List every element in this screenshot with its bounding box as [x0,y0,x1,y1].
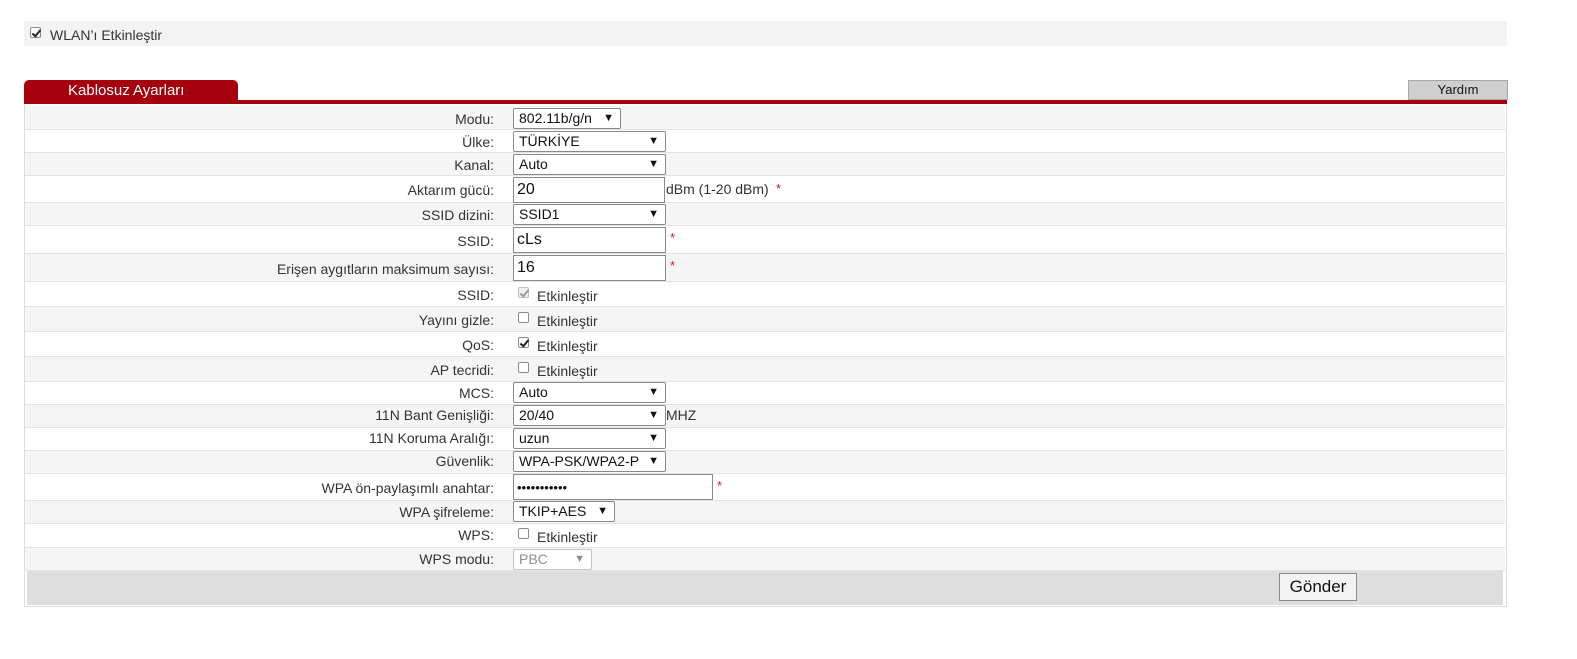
security-select-value: WPA-PSK/WPA2-P [519,453,640,469]
mcs-select[interactable]: Auto ▼ [513,382,666,403]
wpa-encryption-label: WPA şifreleme: [399,504,494,520]
ap-isolation-label: AP tecridi: [430,362,494,378]
wps-mode-label: WPS modu: [419,551,494,567]
bandwidth-label: 11N Bant Genişliği: [375,407,494,423]
wpa-encryption-select-value: TKIP+AES [519,503,587,519]
tx-power-unit: dBm (1-20 dBm) [666,181,769,197]
country-label: Ülke: [462,134,494,150]
wlan-enable-label: WLAN’ı Etkinleştir [50,27,163,43]
row-mcs: MCS: [25,382,1505,405]
wps-mode-select-value: PBC [519,551,548,567]
ssid-index-label: SSID dizini: [421,207,494,223]
ssid-enable-option: Etkinleştir [537,288,598,304]
row-guard-interval: 11N Koruma Aralığı: [25,428,1505,451]
channel-select-value: Auto [519,156,548,172]
chevron-down-icon: ▼ [648,135,659,147]
chevron-down-icon: ▼ [597,505,608,517]
mcs-select-value: Auto [519,384,548,400]
row-ssid-enable: SSID: [25,282,1505,307]
wps-checkbox[interactable] [518,528,529,539]
qos-option: Etkinleştir [537,338,598,354]
tx-power-label: Aktarım gücü: [407,182,494,198]
qos-checkbox[interactable] [518,337,529,348]
chevron-down-icon: ▼ [648,386,659,398]
row-max-devices: Erişen aygıtların maksimum sayısı: [25,254,1505,282]
wps-mode-select[interactable]: PBC ▼ [513,549,592,570]
help-button[interactable]: Yardım [1408,80,1508,100]
row-wpa-psk: WPA ön-paylaşımlı anahtar: [25,474,1505,501]
wlan-enable-checkbox[interactable] [30,27,41,38]
tx-power-input[interactable] [513,177,665,203]
country-select-value: TÜRKİYE [519,133,580,149]
row-mode: Modu: [25,106,1505,130]
chevron-down-icon: ▼ [648,158,659,170]
panel-title: Kablosuz Ayarları [68,82,185,99]
row-security: Güvenlik: [25,451,1505,474]
wlan-enable-bar: WLAN’ı Etkinleştir [24,21,1507,46]
security-select[interactable]: WPA-PSK/WPA2-P ▼ [513,451,666,472]
channel-label: Kanal: [454,157,494,173]
row-bandwidth: 11N Bant Genişliği: [25,405,1505,428]
channel-select[interactable]: Auto ▼ [513,154,666,175]
ap-isolation-checkbox[interactable] [518,362,529,373]
ssid-index-select[interactable]: SSID1 ▼ [513,204,666,225]
max-devices-required-mark: * [670,258,676,273]
ssid-enable-checkbox[interactable] [518,287,529,298]
max-devices-label: Erişen aygıtların maksimum sayısı: [276,261,494,277]
wpa-psk-required-mark: * [717,478,723,493]
wpa-psk-label: WPA ön-paylaşımlı anahtar: [321,480,494,496]
row-qos: QoS: [25,332,1505,357]
ssid-required-mark: * [670,230,676,245]
country-select[interactable]: TÜRKİYE ▼ [513,131,666,152]
wpa-psk-input[interactable] [513,474,713,500]
mode-select[interactable]: 802.11b/g/n ▼ [513,108,621,129]
row-wpa-encryption: WPA şifreleme: [25,501,1505,524]
wpa-encryption-select[interactable]: TKIP+AES ▼ [513,501,615,522]
tx-power-required-mark: * [776,181,782,196]
guard-interval-label: 11N Koruma Aralığı: [368,430,494,446]
row-wps-mode: WPS modu: [25,548,1505,571]
wps-option: Etkinleştir [537,529,598,545]
chevron-down-icon: ▼ [648,432,659,444]
row-ap-isolation: AP tecridi: [25,357,1505,382]
guard-interval-select[interactable]: uzun ▼ [513,428,666,449]
ssid-index-select-value: SSID1 [519,206,560,222]
chevron-down-icon: ▼ [603,112,614,124]
row-hide-broadcast: Yayını gizle: [25,307,1505,332]
row-ssid-index: SSID dizini: [25,203,1505,226]
panel-tab: Kablosuz Ayarları [24,80,238,101]
row-wps: WPS: [25,524,1505,548]
mode-label: Modu: [455,111,494,127]
ssid-label: SSID: [457,233,494,249]
guard-interval-select-value: uzun [519,430,550,446]
mcs-label: MCS: [459,385,494,401]
chevron-down-icon: ▼ [648,409,659,421]
qos-label: QoS: [462,337,494,353]
chevron-down-icon: ▼ [574,553,585,565]
chevron-down-icon: ▼ [648,208,659,220]
bandwidth-select[interactable]: 20/40 ▼ [513,405,666,426]
row-country: Ülke: [25,130,1505,153]
ssid-enable-label: SSID: [457,287,494,303]
bandwidth-unit: MHZ [666,407,697,423]
submit-button[interactable]: Gönder [1279,573,1357,601]
bandwidth-select-value: 20/40 [519,407,555,423]
ssid-input[interactable] [513,227,666,253]
wps-label: WPS: [458,527,494,543]
hide-broadcast-option: Etkinleştir [537,313,598,329]
chevron-down-icon: ▼ [648,455,659,467]
row-channel: Kanal: [25,153,1505,176]
row-ssid: SSID: [25,226,1505,254]
mode-select-value: 802.11b/g/n [519,110,592,126]
hide-broadcast-label: Yayını gizle: [418,312,494,328]
security-label: Güvenlik: [435,453,494,469]
max-devices-input[interactable] [513,255,666,281]
ap-isolation-option: Etkinleştir [537,363,598,379]
hide-broadcast-checkbox[interactable] [518,312,529,323]
